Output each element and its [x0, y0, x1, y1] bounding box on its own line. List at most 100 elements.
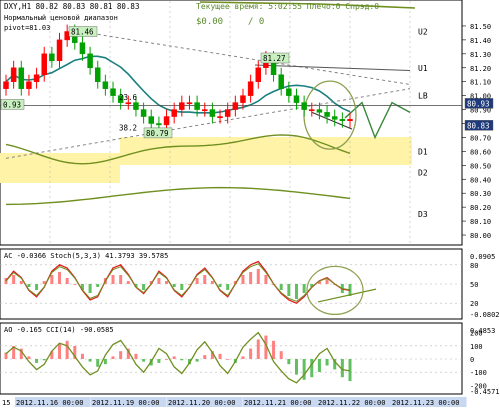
info-line: Текущее время: 5:02:55 Плечо:0 Спрэд:0	[196, 2, 379, 11]
ao-title: AO -0.165 CCI(14) -90.0585	[4, 326, 114, 334]
ac-bar	[218, 284, 222, 287]
price-tick-label: 80.70	[470, 134, 491, 142]
ac-bar	[65, 278, 69, 284]
candle-body	[125, 102, 132, 105]
ac-bar	[12, 275, 16, 284]
ac-tick-label: 0.0905	[470, 253, 495, 261]
chart-canvas[interactable]: 81.5081.4081.3081.2081.1081.0080.9080.80…	[0, 0, 500, 408]
ao-bar	[165, 359, 169, 360]
candle-body	[26, 81, 32, 89]
candle-body	[102, 81, 109, 89]
ac-tick-label: 20	[470, 300, 478, 308]
candle-body	[110, 88, 116, 96]
annotation-label: 38.2	[119, 124, 137, 133]
ac-bar	[19, 281, 23, 284]
candle-body	[18, 67, 25, 89]
ac-bar	[27, 284, 31, 287]
candle-body	[247, 81, 254, 96]
ao-bar	[103, 359, 107, 365]
candle-body	[286, 88, 292, 96]
ac-bar	[287, 284, 291, 296]
ao-bar	[249, 348, 253, 359]
price-tick-label: 81.30	[470, 51, 491, 59]
candle-body	[41, 53, 47, 75]
candle-body	[209, 109, 216, 117]
candle-body	[331, 116, 338, 120]
ac-bar	[88, 284, 92, 293]
ao-bar	[142, 359, 146, 362]
ac-bar	[256, 269, 260, 284]
candle-body	[217, 116, 223, 118]
ao-bar	[35, 359, 39, 363]
ao-bar	[272, 340, 276, 359]
candle-body	[10, 67, 17, 82]
ao-bar	[65, 340, 69, 359]
ac-bar	[119, 275, 123, 284]
candle-body	[33, 74, 40, 82]
annotation-label: 80.93	[467, 99, 490, 108]
ac-title: AC -0.0366 Stoch(5,3,3) 41.3793 39.5785	[4, 252, 168, 260]
annotation-label: 23.6	[119, 93, 138, 102]
ao-bar	[180, 359, 184, 361]
ao-bar	[348, 359, 352, 382]
ao-bar	[241, 356, 245, 359]
price-tick-label: 80.50	[470, 162, 491, 170]
level-label: LB	[418, 92, 428, 101]
ao-bar	[287, 359, 291, 365]
candle-body	[179, 102, 185, 110]
ao-bar	[80, 353, 84, 359]
ao-bar	[218, 353, 222, 359]
candle-body	[133, 102, 139, 110]
ao-bar	[157, 359, 161, 363]
ao-bar	[317, 359, 321, 372]
candle-body	[186, 102, 193, 105]
price-panel[interactable]: 81.5081.4081.3081.2081.1081.0080.9080.80…	[0, 0, 494, 246]
ac-bar	[226, 284, 230, 290]
ao-bar	[119, 351, 123, 359]
chart-window[interactable]: 81.5081.4081.3081.2081.1081.0080.9080.80…	[0, 0, 500, 408]
ao-bar	[172, 356, 176, 359]
candle-body	[171, 109, 177, 117]
ac-bar	[210, 281, 214, 284]
level-label: U1	[418, 64, 428, 73]
ao-bar	[58, 343, 62, 359]
ac-bar	[302, 284, 306, 293]
time-label: 2012.11.22 00:00	[318, 399, 385, 407]
ac-bar	[249, 272, 253, 284]
ao-tick-label: -0.4571	[470, 388, 500, 396]
candle-body	[278, 74, 284, 89]
ao-tick-label: 100	[470, 343, 483, 351]
candle-body	[56, 39, 63, 62]
ao-tick-label: -100	[470, 369, 487, 377]
ao-bar	[88, 359, 92, 362]
price-tick-label: 80.00	[470, 232, 491, 240]
candle-body	[324, 112, 330, 117]
annotation-label: 80.83	[467, 121, 490, 130]
candle-body	[293, 95, 300, 103]
ao-bar	[96, 359, 100, 367]
level-label: U2	[418, 28, 428, 37]
ac-bar	[142, 284, 146, 290]
ac-bar	[180, 284, 184, 290]
price-tick-label: 81.50	[470, 23, 491, 31]
candle-body	[347, 119, 353, 121]
price-tick-label: 80.30	[470, 190, 491, 198]
ac-bar	[111, 275, 115, 284]
ao-bar	[226, 359, 230, 360]
annotation-label: 81.27	[263, 54, 286, 63]
ac-tick-label: -0.0802	[470, 311, 500, 319]
time-label: 15	[2, 399, 10, 407]
time-label: 2012.11.21 00:00	[244, 399, 311, 407]
price-tick-label: 80.20	[470, 204, 491, 212]
candle-body	[240, 95, 246, 103]
candle-body	[339, 119, 346, 121]
ao-bar	[134, 353, 138, 359]
annotation-label: 81.46	[71, 28, 94, 37]
ac-bar	[58, 272, 62, 284]
pivot-label: pivot=81.03	[4, 24, 50, 32]
ao-bar	[294, 359, 298, 375]
candle-body	[140, 109, 147, 117]
ao-bar	[27, 356, 31, 359]
level-label: D1	[418, 147, 428, 156]
candle-body	[301, 102, 307, 110]
